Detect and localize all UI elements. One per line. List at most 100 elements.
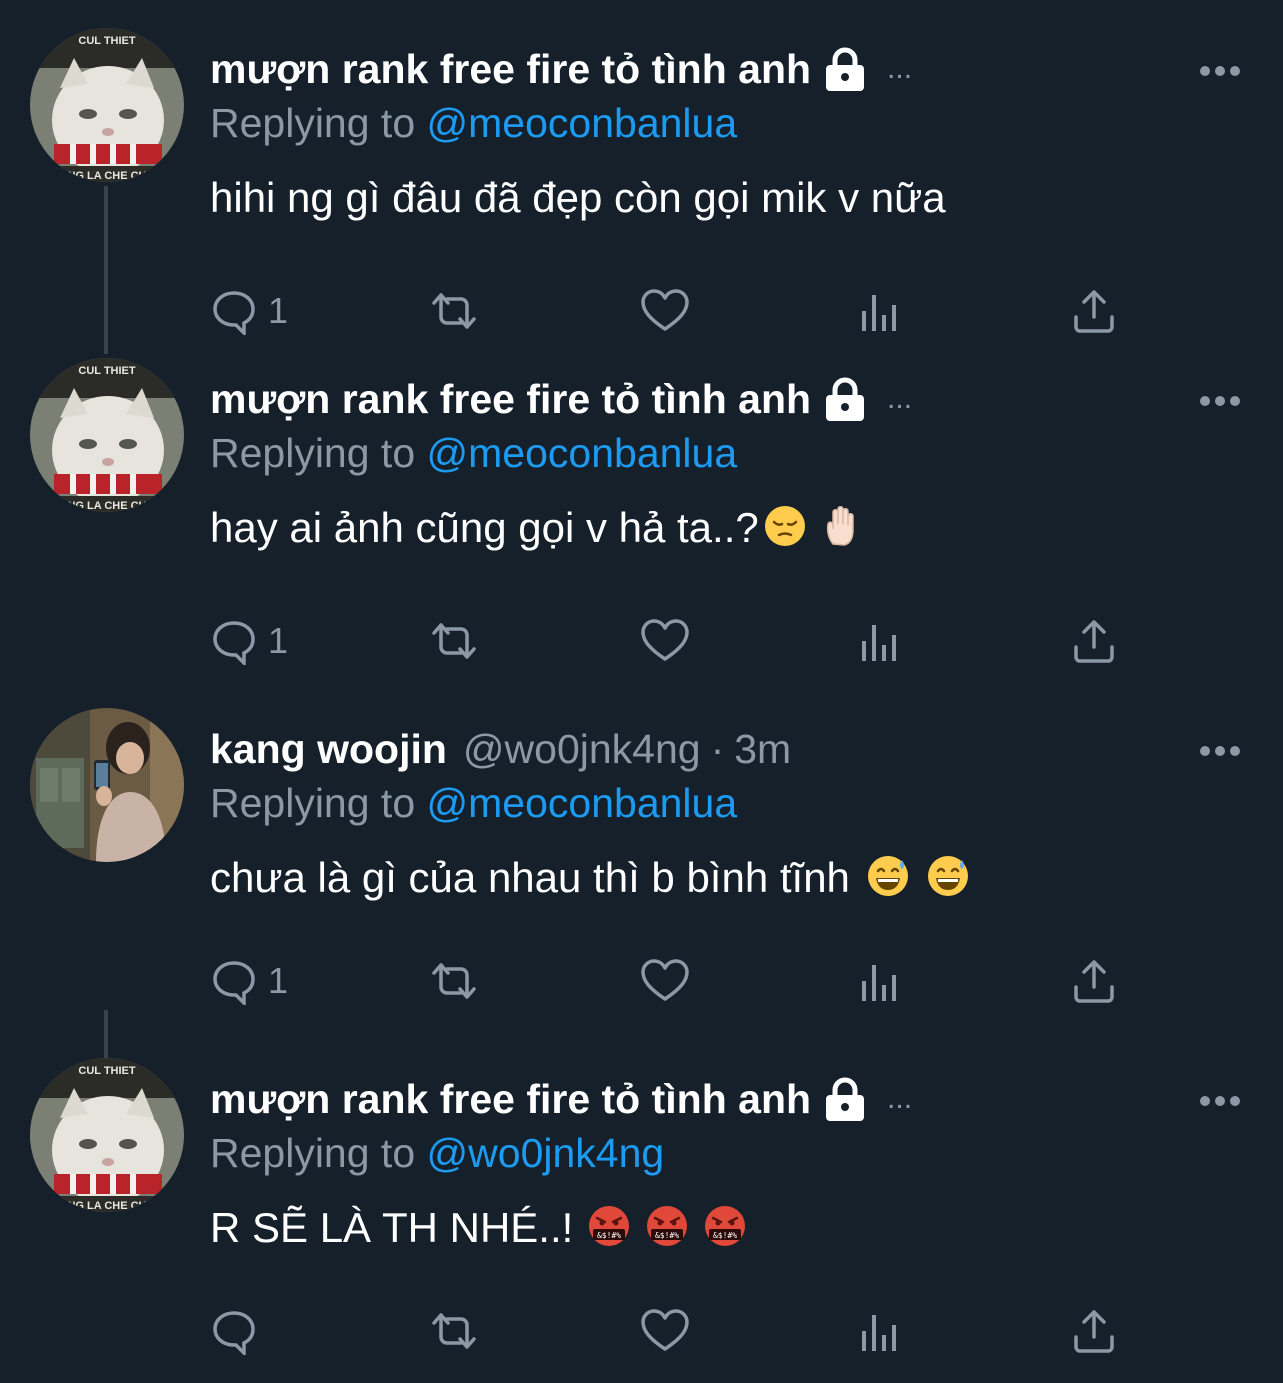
svg-text:NG LA CHE CH: NG LA CHE CH	[67, 500, 146, 512]
analytics-icon	[858, 617, 902, 665]
tweet-thread: CUL THIET NG LA CHE CH mượn rank free fi…	[0, 0, 1283, 1383]
tweet-body: hay ai ảnh cũng gọi v hả ta..?	[210, 504, 865, 558]
avatar[interactable]: CUL THIET NG LA CHE CH	[30, 358, 184, 512]
reply-button[interactable]: 1	[210, 956, 288, 1006]
share-button[interactable]	[1072, 956, 1116, 1006]
avatar[interactable]: CUL THIET NG LA CHE CH	[30, 28, 184, 182]
cursing-face-emoji: &$!#%	[703, 1204, 747, 1258]
like-icon	[640, 957, 690, 1005]
reply-icon	[210, 617, 258, 665]
like-icon	[640, 1307, 690, 1355]
svg-text:CUL THIET: CUL THIET	[78, 365, 136, 377]
retweet-button[interactable]	[426, 956, 482, 1006]
replying-label: Replying to	[210, 1130, 416, 1176]
tweet-text: hay ai ảnh cũng gọi v hả ta..?	[210, 504, 759, 551]
like-button[interactable]	[640, 286, 690, 336]
thread-line	[104, 186, 108, 354]
replying-label: Replying to	[210, 430, 416, 476]
display-name[interactable]: kang woojin	[210, 726, 447, 773]
tweet-header: mượn rank free fire tỏ tình anh ...	[210, 374, 912, 424]
more-options-icon[interactable]	[1198, 394, 1242, 408]
raised-hand-emoji	[821, 504, 865, 558]
tweet-header: mượn rank free fire tỏ tình anh ...	[210, 44, 912, 94]
svg-text:CUL THIET: CUL THIET	[78, 1065, 136, 1077]
tweet-actions	[210, 1306, 1130, 1356]
more-options-icon[interactable]	[1198, 64, 1242, 78]
analytics-button[interactable]	[858, 286, 902, 336]
more-options-icon[interactable]	[1198, 744, 1242, 758]
retweet-icon	[426, 1307, 482, 1355]
display-name[interactable]: mượn rank free fire tỏ tình anh	[210, 376, 811, 423]
reply-icon	[210, 287, 258, 335]
share-button[interactable]	[1072, 1306, 1116, 1356]
retweet-button[interactable]	[426, 1306, 482, 1356]
share-icon	[1072, 957, 1116, 1005]
timestamp[interactable]: 3m	[734, 726, 791, 773]
svg-text:&$!#%: &$!#%	[597, 1231, 621, 1240]
user-handle[interactable]: @wo0jnk4ng	[463, 726, 701, 773]
replying-to: Replying to @meoconbanlua	[210, 430, 737, 477]
replying-to: Replying to @meoconbanlua	[210, 780, 737, 827]
share-icon	[1072, 617, 1116, 665]
replying-to: Replying to @wo0jnk4ng	[210, 1130, 664, 1177]
like-button[interactable]	[640, 956, 690, 1006]
cursing-face-emoji: &$!#%	[645, 1204, 689, 1258]
svg-text:NG LA CHE CH: NG LA CHE CH	[67, 1200, 146, 1212]
lock-icon	[823, 376, 867, 422]
mention-link[interactable]: @meoconbanlua	[427, 430, 738, 476]
thread-line	[104, 1010, 108, 1062]
tweet-text: hihi ng gì đâu đã đẹp còn gọi mik v nữa	[210, 174, 946, 221]
reply-button[interactable]: 1	[210, 616, 288, 666]
like-button[interactable]	[640, 616, 690, 666]
pensive-face-emoji	[763, 504, 807, 558]
replying-label: Replying to	[210, 100, 416, 146]
reply-icon	[210, 1307, 258, 1355]
display-name[interactable]: mượn rank free fire tỏ tình anh	[210, 46, 811, 93]
share-icon	[1072, 287, 1116, 335]
tweet-header: mượn rank free fire tỏ tình anh ...	[210, 1074, 912, 1124]
retweet-icon	[426, 287, 482, 335]
share-button[interactable]	[1072, 616, 1116, 666]
like-button[interactable]	[640, 1306, 690, 1356]
tweet-body: chưa là gì của nhau thì b bình tĩnh	[210, 854, 970, 908]
analytics-button[interactable]	[858, 616, 902, 666]
retweet-button[interactable]	[426, 616, 482, 666]
tweet-text: chưa là gì của nhau thì b bình tĩnh	[210, 854, 850, 901]
tweet-header: kang woojin @wo0jnk4ng · 3m	[210, 724, 791, 774]
replying-label: Replying to	[210, 780, 416, 826]
white-cat-avatar: CUL THIET NG LA CHE CH	[30, 358, 184, 512]
reply-count: 1	[268, 960, 289, 1001]
analytics-icon	[858, 1307, 902, 1355]
reply-count: 1	[268, 620, 289, 661]
reply-icon	[210, 957, 258, 1005]
display-name[interactable]: mượn rank free fire tỏ tình anh	[210, 1076, 811, 1123]
avatar[interactable]: CUL THIET NG LA CHE CH	[30, 1058, 184, 1212]
tweet-text: R SẼ LÀ TH NHÉ..!	[210, 1204, 574, 1251]
replying-to: Replying to @meoconbanlua	[210, 100, 737, 147]
like-icon	[640, 287, 690, 335]
analytics-icon	[858, 957, 902, 1005]
analytics-button[interactable]	[858, 1306, 902, 1356]
svg-text:&$!#%: &$!#%	[655, 1231, 679, 1240]
reply-count: 1	[268, 290, 289, 331]
cursing-face-emoji: &$!#%	[587, 1204, 631, 1258]
mention-link[interactable]: @meoconbanlua	[427, 100, 738, 146]
mention-link[interactable]: @wo0jnk4ng	[427, 1130, 665, 1176]
more-options-icon[interactable]	[1198, 1094, 1242, 1108]
reply-button[interactable]: 1	[210, 286, 288, 336]
analytics-button[interactable]	[858, 956, 902, 1006]
share-button[interactable]	[1072, 286, 1116, 336]
name-truncation: ...	[887, 52, 913, 85]
analytics-icon	[858, 287, 902, 335]
tweet-actions: 1	[210, 616, 1130, 666]
name-truncation: ...	[887, 1082, 913, 1115]
reply-button[interactable]	[210, 1306, 268, 1356]
grinning-sweat-emoji	[926, 854, 970, 908]
svg-text:&$!#%: &$!#%	[713, 1231, 737, 1240]
retweet-button[interactable]	[426, 286, 482, 336]
lock-icon	[823, 1076, 867, 1122]
mention-link[interactable]: @meoconbanlua	[427, 780, 738, 826]
avatar[interactable]	[30, 708, 184, 862]
white-cat-avatar: CUL THIET NG LA CHE CH	[30, 28, 184, 182]
name-truncation: ...	[887, 382, 913, 415]
